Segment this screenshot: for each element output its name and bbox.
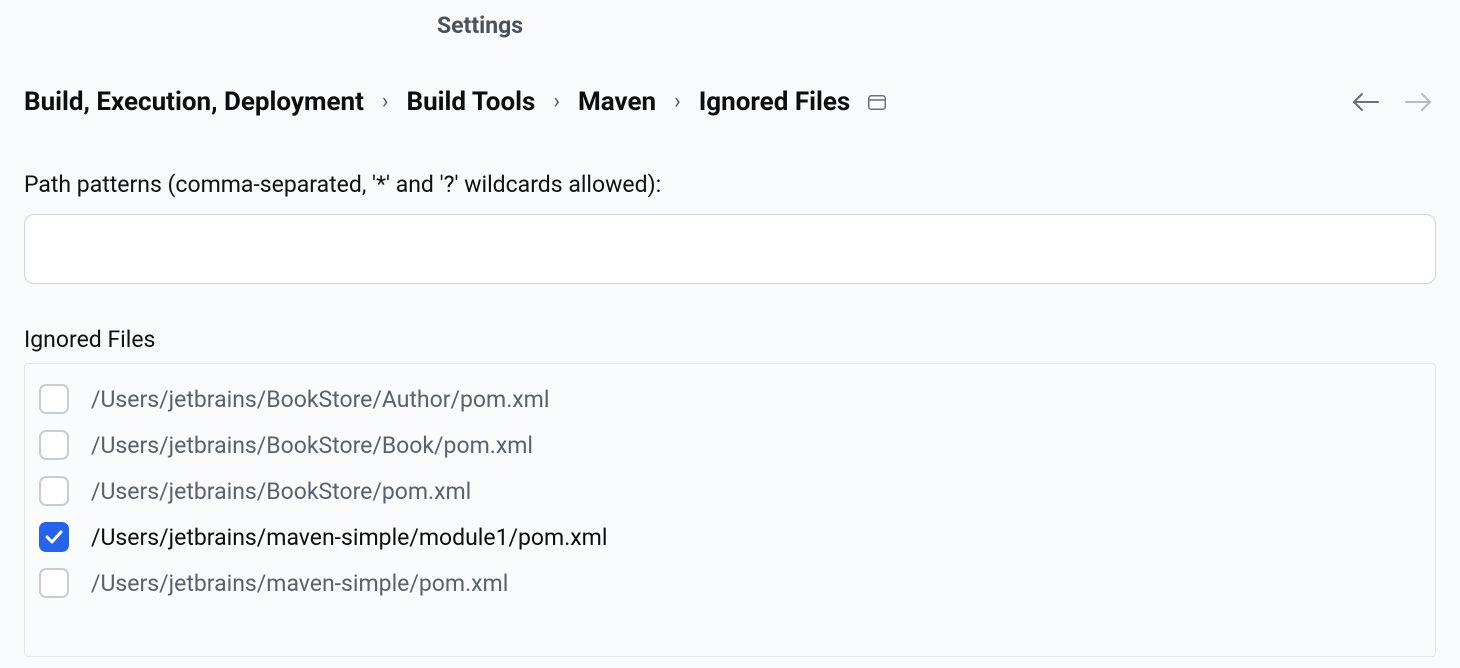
- file-path: /Users/jetbrains/BookStore/pom.xml: [91, 478, 471, 505]
- breadcrumb-item[interactable]: Build, Execution, Deployment: [24, 87, 364, 117]
- chevron-right-icon: ›: [553, 89, 560, 114]
- checkbox[interactable]: [39, 430, 69, 460]
- file-row[interactable]: /Users/jetbrains/BookStore/Book/pom.xml: [35, 422, 1425, 468]
- checkbox[interactable]: [39, 522, 69, 552]
- ignored-files-list: /Users/jetbrains/BookStore/Author/pom.xm…: [24, 363, 1436, 657]
- breadcrumb: Build, Execution, Deployment › Build Too…: [24, 87, 886, 117]
- file-path: /Users/jetbrains/maven-simple/pom.xml: [91, 570, 508, 597]
- file-path: /Users/jetbrains/BookStore/Author/pom.xm…: [91, 386, 549, 413]
- file-row[interactable]: /Users/jetbrains/maven-simple/pom.xml: [35, 560, 1425, 606]
- path-patterns-input[interactable]: [24, 214, 1436, 284]
- breadcrumb-row: Build, Execution, Deployment › Build Too…: [24, 47, 1436, 117]
- scope-icon: [868, 95, 886, 110]
- settings-title: Settings: [0, 0, 960, 47]
- breadcrumb-item: Ignored Files: [699, 87, 851, 117]
- chevron-right-icon: ›: [382, 89, 389, 114]
- breadcrumb-item[interactable]: Build Tools: [407, 87, 536, 117]
- checkbox[interactable]: [39, 568, 69, 598]
- forward-button[interactable]: [1404, 92, 1432, 112]
- back-button[interactable]: [1352, 92, 1380, 112]
- breadcrumb-item[interactable]: Maven: [578, 87, 656, 117]
- file-path: /Users/jetbrains/maven-simple/module1/po…: [91, 524, 607, 551]
- path-patterns-label: Path patterns (comma-separated, '*' and …: [24, 171, 1436, 198]
- checkbox[interactable]: [39, 384, 69, 414]
- nav-arrows: [1352, 92, 1432, 112]
- checkbox[interactable]: [39, 476, 69, 506]
- file-row[interactable]: /Users/jetbrains/maven-simple/module1/po…: [35, 514, 1425, 560]
- ignored-files-label: Ignored Files: [24, 326, 1436, 353]
- chevron-right-icon: ›: [674, 89, 681, 114]
- file-row[interactable]: /Users/jetbrains/BookStore/pom.xml: [35, 468, 1425, 514]
- file-path: /Users/jetbrains/BookStore/Book/pom.xml: [91, 432, 533, 459]
- file-row[interactable]: /Users/jetbrains/BookStore/Author/pom.xm…: [35, 376, 1425, 422]
